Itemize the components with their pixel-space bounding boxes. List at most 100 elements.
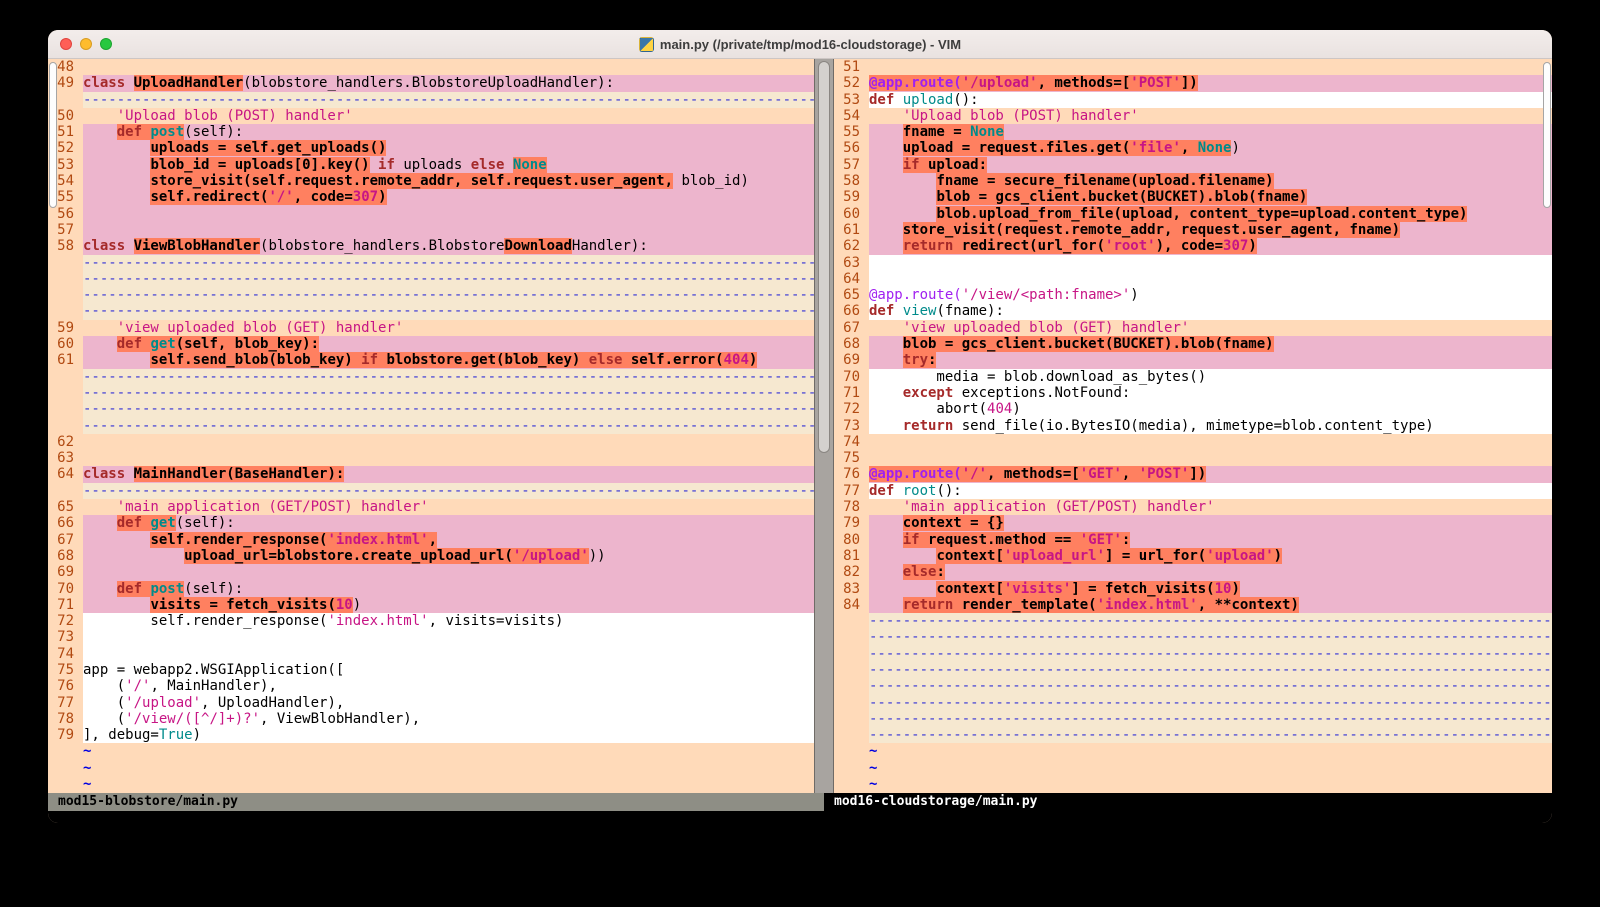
code-row: ----------------------------------------…	[834, 629, 1552, 645]
code-row: 52@app.route('/upload', methods=['POST']…	[834, 75, 1552, 91]
code-text: self.send_blob(blob_key) if blobstore.ge…	[83, 352, 814, 368]
code-text	[83, 222, 814, 238]
right-editor-pane[interactable]: 5152@app.route('/upload', methods=['POST…	[834, 59, 1552, 793]
code-text	[869, 59, 1552, 75]
code-segment: self.error(	[622, 352, 723, 368]
diff-filler-line: ----------------------------------------…	[869, 662, 1552, 678]
code-segment: return	[903, 418, 954, 434]
line-number: 68	[834, 336, 869, 352]
diff-filler-line: ----------------------------------------…	[869, 727, 1552, 743]
zoom-button[interactable]	[100, 38, 112, 50]
title-wrap: main.py (/private/tmp/mod16-cloudstorage…	[639, 37, 961, 52]
line-number: 71	[834, 385, 869, 401]
code-row: 59 blob = gcs_client.bucket(BUCKET).blob…	[834, 189, 1552, 205]
line-number: 61	[48, 352, 83, 368]
code-row: 64class MainHandler(BaseHandler):	[48, 466, 814, 482]
left-scrollbar-thumb[interactable]	[49, 62, 57, 208]
diff-filler-line: ----------------------------------------…	[869, 646, 1552, 662]
code-segment	[869, 418, 903, 434]
code-row: 61 self.send_blob(blob_key) if blobstore…	[48, 352, 814, 368]
code-segment: )	[1012, 401, 1020, 417]
code-text: @app.route('/', methods=['GET', 'POST'])	[869, 466, 1552, 482]
code-row: 60 def get(self, blob_key):	[48, 336, 814, 352]
code-segment: ,	[1122, 466, 1139, 482]
code-segment: ])	[1189, 466, 1206, 482]
divider-scrollbar-thumb[interactable]	[818, 61, 830, 453]
code-segment	[83, 499, 117, 515]
code-segment: '/view/([^/]+)?'	[125, 711, 260, 727]
code-row: ----------------------------------------…	[834, 678, 1552, 694]
right-scrollbar-thumb[interactable]	[1543, 62, 1551, 208]
code-row: 81 context['upload_url'] = url_for('uplo…	[834, 548, 1552, 564]
code-segment: (self, blob_key):	[176, 336, 319, 352]
code-row: ----------------------------------------…	[48, 418, 814, 434]
line-number	[48, 369, 83, 385]
line-number: 72	[834, 401, 869, 417]
code-segment: ])	[1181, 75, 1198, 91]
code-row: ----------------------------------------…	[48, 255, 814, 271]
diff-filler-line: ----------------------------------------…	[83, 255, 814, 271]
code-row: 79], debug=True)	[48, 727, 814, 743]
line-number	[48, 287, 83, 303]
code-text: class MainHandler(BaseHandler):	[83, 466, 814, 482]
code-row: ----------------------------------------…	[834, 695, 1552, 711]
vertical-split-divider[interactable]	[814, 59, 834, 793]
code-row: 75app = webapp2.WSGIApplication([	[48, 662, 814, 678]
code-text: self.redirect('/', code=307)	[83, 189, 814, 205]
code-segment: :	[936, 564, 944, 580]
line-number: 65	[48, 499, 83, 515]
code-segment: 10	[1215, 581, 1232, 597]
diff-filler-line: ----------------------------------------…	[83, 271, 814, 287]
code-row: 68 blob = gcs_client.bucket(BUCKET).blob…	[834, 336, 1552, 352]
code-text: return render_template('index.html', **c…	[869, 597, 1552, 613]
left-editor-pane[interactable]: 4849class UploadHandler(blobstore_handle…	[48, 59, 814, 793]
code-row: 73	[48, 629, 814, 645]
code-segment: 'index.html'	[327, 532, 428, 548]
line-number	[834, 646, 869, 662]
code-text: def view(fname):	[869, 303, 1552, 319]
code-segment: view	[903, 303, 937, 319]
code-segment: app = webapp2.WSGIApplication([	[83, 662, 344, 678]
title-bar[interactable]: main.py (/private/tmp/mod16-cloudstorage…	[48, 30, 1552, 59]
close-button[interactable]	[60, 38, 72, 50]
line-number: 84	[834, 597, 869, 613]
code-text: context = {}	[869, 515, 1552, 531]
command-line[interactable]	[48, 811, 1552, 823]
code-segment: ))	[589, 548, 606, 564]
code-text: ('/', MainHandler),	[83, 678, 814, 694]
line-number: 76	[834, 466, 869, 482]
code-segment	[83, 108, 117, 124]
code-text: self.render_response('index.html', visit…	[83, 613, 814, 629]
code-text: app = webapp2.WSGIApplication([	[83, 662, 814, 678]
code-segment: 404	[724, 352, 749, 368]
code-row: 79 context = {}	[834, 515, 1552, 531]
code-row: 49class UploadHandler(blobstore_handlers…	[48, 75, 814, 91]
code-row: 73 return send_file(io.BytesIO(media), m…	[834, 418, 1552, 434]
code-segment: blob = gcs_client.bucket(BUCKET).blob(fn…	[903, 336, 1274, 352]
code-text: abort(404)	[869, 401, 1552, 417]
code-segment: post	[150, 581, 184, 597]
code-segment	[869, 157, 903, 173]
code-segment: 'upload'	[1206, 548, 1273, 564]
code-segment: '/'	[268, 189, 293, 205]
diff-filler-line: ----------------------------------------…	[869, 613, 1552, 629]
code-row: 82 else:	[834, 564, 1552, 580]
diff-filler-line: ----------------------------------------…	[83, 483, 814, 499]
code-segment: context[	[936, 548, 1003, 564]
code-segment	[869, 124, 903, 140]
code-segment: )	[1248, 238, 1256, 254]
code-row: 52 uploads = self.get_uploads()	[48, 140, 814, 156]
code-text: media = blob.download_as_bytes()	[869, 369, 1552, 385]
code-segment: store_visit(self.request.remote_addr, se…	[150, 173, 673, 189]
code-segment: (self):	[184, 124, 243, 140]
line-number	[834, 613, 869, 629]
minimize-button[interactable]	[80, 38, 92, 50]
line-number	[834, 727, 869, 743]
code-segment: store_visit(request.remote_addr, request…	[903, 222, 1400, 238]
line-number: 82	[834, 564, 869, 580]
code-segment: 307	[353, 189, 378, 205]
code-row: ----------------------------------------…	[48, 401, 814, 417]
code-row: 65 'main application (GET/POST) handler'	[48, 499, 814, 515]
code-segment: uploads = self.get_uploads()	[150, 140, 386, 156]
code-row: 56 upload = request.files.get('file', No…	[834, 140, 1552, 156]
